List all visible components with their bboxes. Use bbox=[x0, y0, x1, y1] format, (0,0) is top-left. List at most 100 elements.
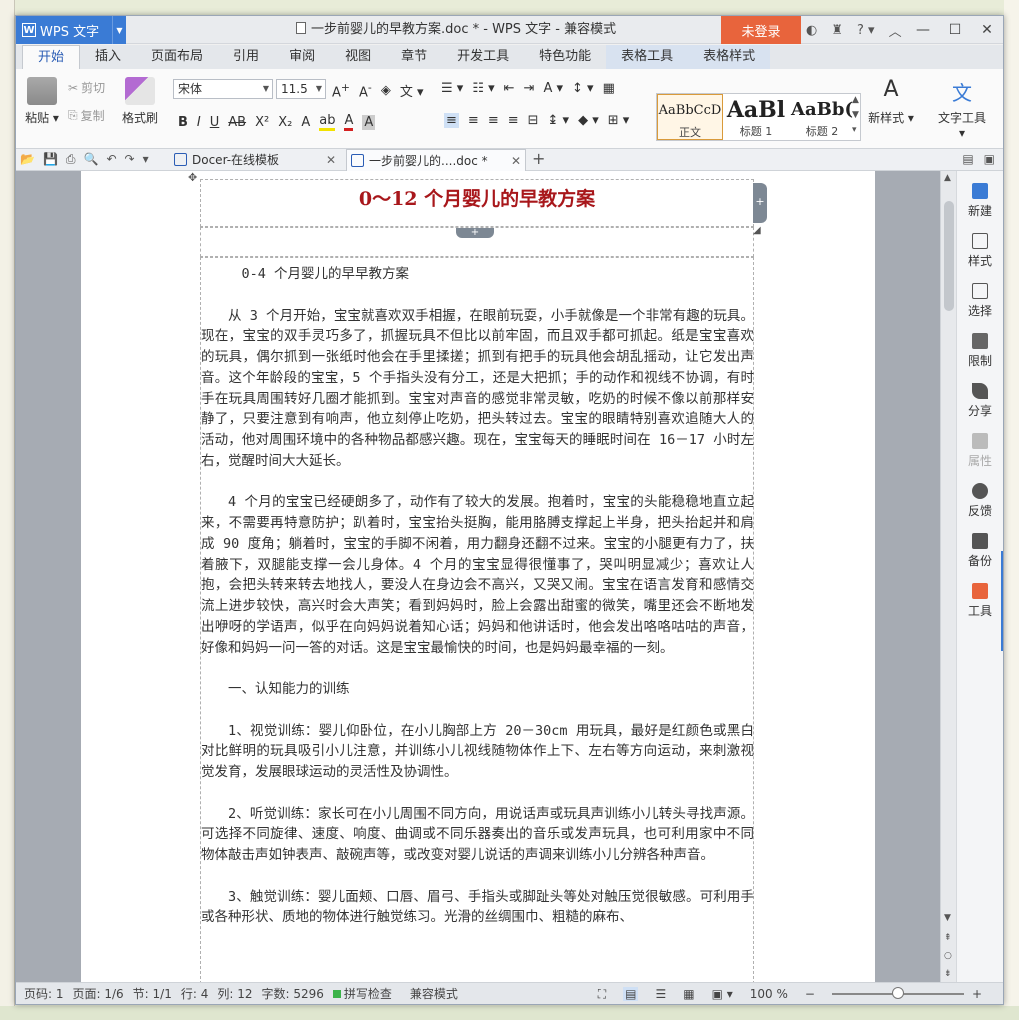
tab-page-layout[interactable]: 页面布局 bbox=[136, 45, 218, 69]
font-color-icon[interactable]: A bbox=[344, 113, 354, 131]
focus-view-icon[interactable]: ⛶ bbox=[598, 987, 606, 1002]
zoom-slider-knob[interactable] bbox=[891, 987, 904, 999]
skin-icon[interactable]: ◐ bbox=[806, 23, 817, 38]
close-icon[interactable]: ✕ bbox=[971, 16, 1003, 44]
scroll-thumb[interactable] bbox=[944, 201, 954, 311]
customize-icon[interactable]: ▾ bbox=[143, 152, 149, 167]
styles-scroll[interactable]: ▲ ▼ ▾ bbox=[852, 93, 859, 138]
border-icon[interactable]: ⊞ ▾ bbox=[608, 113, 630, 128]
document-page[interactable]: ✥ 0～12 个月婴儿的早教方案 + + ◢ 0-4 个月婴儿的早早教方案 从 … bbox=[81, 171, 875, 984]
doc-tab-docer[interactable]: Docer-在线模板 ✕ bbox=[170, 149, 340, 171]
tab-table-tools[interactable]: 表格工具 bbox=[606, 45, 689, 69]
format-painter-button[interactable]: 格式刷 bbox=[118, 77, 162, 126]
zoom-slider[interactable] bbox=[831, 987, 964, 999]
save-icon[interactable]: 💾 bbox=[43, 152, 58, 167]
highlight-icon[interactable]: ab bbox=[319, 113, 336, 131]
font-name-select[interactable]: 宋体 ▼ bbox=[173, 79, 273, 99]
numbering-icon[interactable]: ☷ ▾ bbox=[472, 81, 494, 96]
tab-section[interactable]: 章节 bbox=[386, 45, 442, 69]
tab-features[interactable]: 特色功能 bbox=[524, 45, 606, 69]
clear-format-icon[interactable]: ◈ bbox=[381, 83, 391, 98]
doc-tab-current[interactable]: 一步前婴儿的....doc * ✕ bbox=[346, 149, 526, 171]
new-tab-icon[interactable]: + bbox=[532, 149, 545, 168]
zoom-out-icon[interactable]: − bbox=[805, 987, 815, 1001]
copy-button[interactable]: ⎘ 复制 bbox=[68, 107, 105, 124]
app-menu-button[interactable]: W WPS 文字 ▼ bbox=[16, 16, 126, 44]
text-tools-button[interactable]: 文 文字工具 ▾ bbox=[934, 77, 990, 140]
underline-icon[interactable]: U bbox=[210, 115, 220, 130]
cut-button[interactable]: ✂ 剪切 bbox=[68, 79, 105, 96]
tab-list-icon[interactable]: ▤ bbox=[962, 152, 973, 166]
sidebar-item-select[interactable]: 选择 bbox=[957, 283, 1003, 319]
open-icon[interactable]: 📂 bbox=[20, 152, 35, 167]
insert-column-icon[interactable]: + bbox=[753, 183, 767, 223]
maximize-icon[interactable]: ☐ bbox=[939, 16, 971, 44]
minimize-icon[interactable]: — bbox=[907, 16, 939, 44]
reading-view-icon[interactable]: ▣ ▾ bbox=[712, 987, 733, 1001]
shrink-font-icon[interactable]: A- bbox=[359, 81, 372, 100]
table-icon[interactable]: ▦ bbox=[603, 81, 615, 96]
sidebar-item-share[interactable]: 分享 bbox=[957, 383, 1003, 419]
login-button[interactable]: 未登录 bbox=[721, 16, 801, 44]
scroll-up-icon[interactable]: ▲ bbox=[944, 173, 951, 183]
pane-expand-handle[interactable] bbox=[1001, 551, 1003, 651]
close-tab-icon[interactable]: ✕ bbox=[511, 150, 521, 172]
tab-developer[interactable]: 开发工具 bbox=[442, 45, 524, 69]
tab-view[interactable]: 视图 bbox=[330, 45, 386, 69]
document-body[interactable]: 0-4 个月婴儿的早早教方案 从 3 个月开始，宝宝就喜欢双手相握，在眼前玩耍，… bbox=[201, 264, 754, 949]
sidebar-item-restrict[interactable]: 限制 bbox=[957, 333, 1003, 369]
grow-font-icon[interactable]: A+ bbox=[332, 81, 350, 100]
paste-button[interactable]: 粘贴 ▾ bbox=[22, 77, 62, 126]
undo-icon[interactable]: ↶ bbox=[106, 152, 116, 167]
increase-indent-icon[interactable]: ⇥ bbox=[524, 81, 535, 96]
justify-icon[interactable]: ≡ bbox=[508, 113, 519, 128]
scroll-down-icon[interactable]: ▼ bbox=[944, 913, 951, 923]
sidebar-item-properties[interactable]: 属性 bbox=[957, 433, 1003, 469]
sidebar-item-feedback[interactable]: 反馈 bbox=[957, 483, 1003, 519]
tab-home[interactable]: 开始 bbox=[22, 45, 81, 69]
browse-object-icon[interactable]: ○ bbox=[944, 951, 952, 961]
status-pages[interactable]: 页面: 1/6 bbox=[73, 985, 124, 1002]
distribute-icon[interactable]: ⊟ bbox=[528, 113, 539, 128]
align-right-icon[interactable]: ≡ bbox=[488, 113, 499, 128]
web-view-icon[interactable]: ▦ bbox=[683, 987, 694, 1001]
align-center-icon[interactable]: ≡ bbox=[468, 113, 479, 128]
tab-references[interactable]: 引用 bbox=[218, 45, 274, 69]
shirt-icon[interactable]: ♜ bbox=[831, 23, 843, 38]
status-word-count[interactable]: 字数: 5296 bbox=[261, 985, 323, 1002]
bullets-icon[interactable]: ☰ ▾ bbox=[441, 81, 463, 96]
sort-icon[interactable]: ↕ ▾ bbox=[572, 81, 594, 96]
spell-check-toggle[interactable]: 拼写检查 bbox=[332, 985, 401, 1002]
chevron-down-icon[interactable]: ▼ bbox=[112, 16, 126, 44]
decrease-indent-icon[interactable]: ⇤ bbox=[504, 81, 515, 96]
superscript-icon[interactable]: X² bbox=[255, 115, 269, 130]
line-spacing-icon[interactable]: ↨ ▾ bbox=[548, 113, 570, 128]
char-shading-icon[interactable]: A bbox=[362, 114, 376, 130]
sidebar-item-backup[interactable]: 备份 bbox=[957, 533, 1003, 569]
prev-page-icon[interactable]: ⇞ bbox=[944, 933, 952, 943]
print-icon[interactable]: ⎙ bbox=[66, 152, 76, 167]
tab-menu-icon[interactable]: ▣ bbox=[984, 152, 995, 166]
new-style-button[interactable]: A 新样式 ▾ bbox=[866, 77, 916, 126]
zoom-value[interactable]: 100 % bbox=[750, 987, 788, 1001]
shading-icon[interactable]: ◆ ▾ bbox=[578, 113, 599, 128]
outline-view-icon[interactable]: ☰ bbox=[655, 987, 666, 1001]
bold-icon[interactable]: B bbox=[178, 115, 188, 130]
insert-row-icon[interactable]: + bbox=[456, 228, 494, 238]
phonetic-icon[interactable]: 文 ▾ bbox=[400, 81, 424, 100]
font-size-select[interactable]: 11.5 ▼ bbox=[276, 79, 326, 99]
subscript-icon[interactable]: X₂ bbox=[278, 115, 292, 130]
sidebar-item-tools[interactable]: 工具 bbox=[957, 583, 1003, 619]
sidebar-item-style[interactable]: 样式 bbox=[957, 233, 1003, 269]
collapse-ribbon-icon[interactable]: ︿ bbox=[889, 21, 902, 40]
style-heading-2[interactable]: AaBb( 标题 2 bbox=[789, 94, 855, 140]
zoom-in-icon[interactable]: + bbox=[972, 987, 982, 1001]
table-move-handle-icon[interactable]: ✥ bbox=[188, 171, 197, 184]
close-tab-icon[interactable]: ✕ bbox=[326, 149, 336, 171]
italic-icon[interactable]: I bbox=[197, 115, 201, 130]
style-normal[interactable]: AaBbCcD 正文 bbox=[657, 94, 723, 140]
tab-insert[interactable]: 插入 bbox=[80, 45, 136, 69]
sidebar-item-new[interactable]: 新建 bbox=[957, 183, 1003, 219]
print-preview-icon[interactable]: 🔍 bbox=[84, 152, 99, 167]
help-icon[interactable]: ? ▾ bbox=[857, 23, 875, 38]
